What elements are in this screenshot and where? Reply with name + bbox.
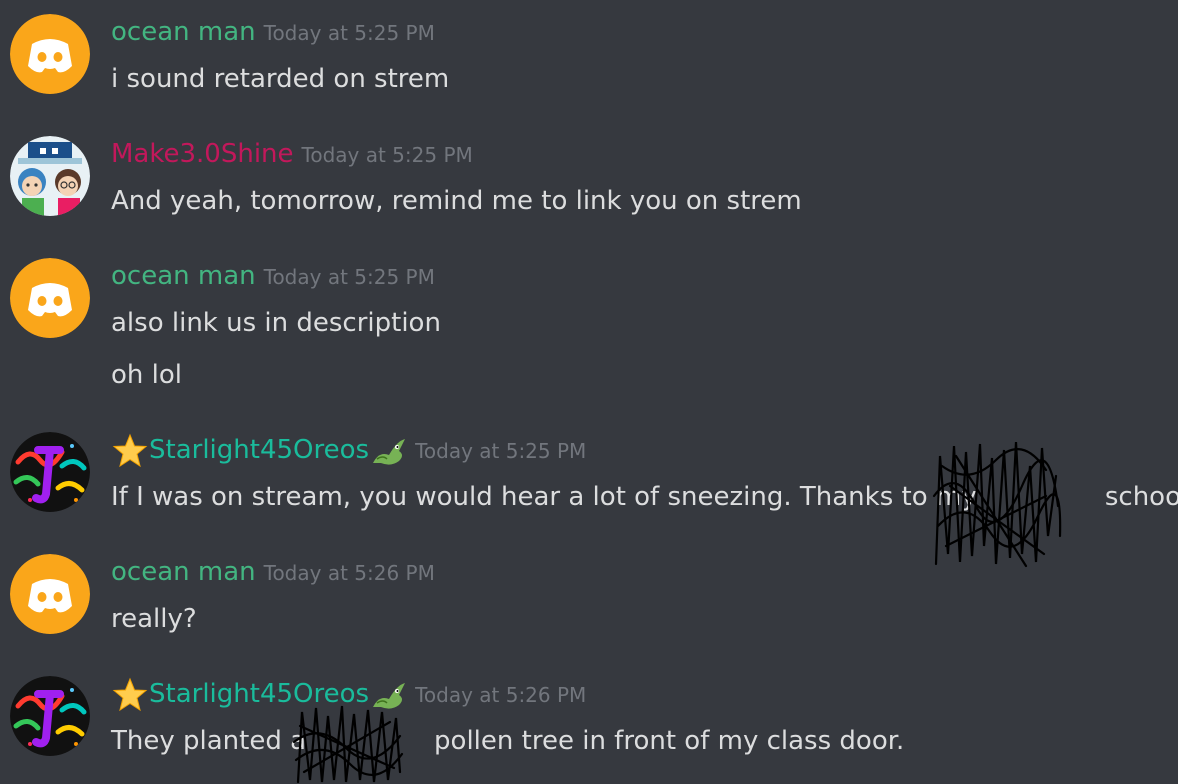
- message-text: also link us in description: [111, 308, 441, 338]
- message-text-part: school.: [1104, 482, 1178, 512]
- message-text: And yeah, tomorrow, remind me to link yo…: [111, 186, 802, 216]
- discord-default-avatar-icon[interactable]: [10, 258, 90, 338]
- cartoon-avatar-icon[interactable]: [10, 136, 90, 216]
- chat-messages: ocean man Today at 5:25 PM i sound retard…: [0, 0, 1178, 784]
- star-emoji-icon: [111, 433, 149, 469]
- message-header: ocean man Today at 5:25 PM: [111, 14, 435, 50]
- message-header: ocean man Today at 5:26 PM: [111, 554, 435, 590]
- message-text-part: They planted a: [111, 726, 307, 756]
- timestamp[interactable]: Today at 5:26 PM: [264, 561, 435, 585]
- username[interactable]: ocean man: [111, 17, 256, 47]
- discord-default-avatar-icon[interactable]: [10, 554, 90, 634]
- dragon-emoji-icon: [369, 677, 407, 713]
- timestamp[interactable]: Today at 5:25 PM: [264, 21, 435, 45]
- message-header: ocean man Today at 5:25 PM: [111, 258, 435, 294]
- message-text-part: pollen tree in front of my class door.: [434, 726, 905, 756]
- dragon-emoji-icon: [369, 433, 407, 469]
- message-header: Make3.0Shine Today at 5:25 PM: [111, 136, 473, 172]
- message-header: Starlight45Oreos Today at 5:25 PM: [111, 432, 586, 468]
- neon-letter-avatar-icon[interactable]: [10, 676, 90, 756]
- message-text-part: If I was on stream, you would hear a lot…: [111, 482, 985, 512]
- timestamp[interactable]: Today at 5:26 PM: [415, 683, 586, 707]
- star-emoji-icon: [111, 677, 149, 713]
- username[interactable]: Starlight45Oreos: [149, 679, 369, 709]
- message-text: They planted a pollen tree in front of my…: [111, 723, 904, 759]
- timestamp[interactable]: Today at 5:25 PM: [302, 143, 473, 167]
- username[interactable]: ocean man: [111, 557, 256, 587]
- message-text: oh lol: [111, 360, 183, 390]
- username[interactable]: Make3.0Shine: [111, 139, 294, 169]
- message-text: If I was on stream, you would hear a lot…: [111, 479, 1178, 515]
- message-text: really?: [111, 604, 197, 634]
- timestamp[interactable]: Today at 5:25 PM: [415, 439, 586, 463]
- neon-letter-avatar-icon[interactable]: [10, 432, 90, 512]
- timestamp[interactable]: Today at 5:25 PM: [264, 265, 435, 289]
- username[interactable]: ocean man: [111, 261, 256, 291]
- message-text: i sound retarded on strem: [111, 64, 450, 94]
- username[interactable]: Starlight45Oreos: [149, 435, 369, 465]
- message-header: Starlight45Oreos Today at 5:26 PM: [111, 676, 586, 712]
- discord-default-avatar-icon[interactable]: [10, 14, 90, 94]
